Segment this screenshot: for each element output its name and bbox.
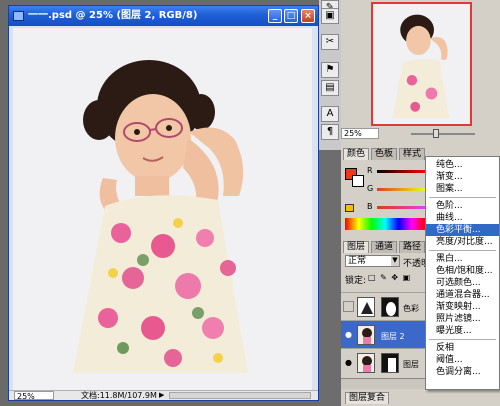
menu-item-pattern[interactable]: 图案... [426, 183, 499, 195]
tools-preset-icon[interactable]: ✂ [321, 34, 339, 50]
tab-paths[interactable]: 路径 [399, 241, 426, 253]
tab-layer-comps[interactable]: 图层复合 [345, 392, 390, 404]
color-spectrum-ramp[interactable] [345, 218, 425, 230]
paragraph-icon[interactable]: ¶ [321, 124, 339, 140]
navigator-panel: 25% [341, 0, 500, 140]
out-of-gamut-warning-icon[interactable] [345, 204, 354, 212]
eye-icon[interactable]: ● [344, 330, 353, 339]
menu-item-color-balance[interactable]: 色彩平衡... [426, 224, 499, 236]
status-menu-arrow-icon[interactable]: ▶ [159, 391, 164, 400]
green-slider[interactable]: G [367, 184, 427, 196]
menu-separator [429, 197, 496, 198]
character-icon[interactable]: A [321, 106, 339, 122]
menu-item-exposure[interactable]: 曝光度... [426, 325, 499, 337]
maximize-button[interactable]: □ [284, 9, 298, 23]
navigator-zoom-slider-knob[interactable] [433, 129, 439, 138]
layer-mask-thumbnail [381, 297, 399, 317]
document-title: 一一.psd @ 25% (图层 2, RGB/8) [28, 10, 198, 21]
tab-layers[interactable]: 图层 [343, 241, 370, 253]
history-icon[interactable]: ▤ [321, 80, 339, 96]
menu-item-gradient-map[interactable]: 渐变映射... [426, 301, 499, 313]
menu-item-hue-saturation[interactable]: 色相/饱和度... [426, 265, 499, 277]
adjustment-layer-menu: 纯色... 渐变... 图案... 色阶... 曲线... 色彩平衡... 亮度… [425, 156, 500, 390]
menu-item-curves[interactable]: 曲线... [426, 212, 499, 224]
layer-row-layer[interactable]: ● 图层 [341, 348, 425, 376]
layer-thumbnail [357, 325, 375, 345]
zoom-field[interactable]: 25% [14, 391, 54, 401]
eye-icon[interactable]: ● [344, 358, 353, 367]
adjustment-layer-icon [357, 297, 375, 317]
document-title-bar[interactable]: 一一.psd @ 25% (图层 2, RGB/8) _ □ × [9, 6, 318, 26]
blue-slider-label: B [367, 202, 373, 211]
close-button[interactable]: × [301, 9, 315, 23]
tab-color[interactable]: 颜色 [343, 148, 370, 160]
document-status-bar: 25% 文档:11.8M/107.9M ▶ [9, 390, 318, 401]
layer-name: 图层 2 [381, 332, 405, 341]
layer-thumbnail [357, 353, 375, 373]
navigator-thumbnail[interactable] [371, 2, 472, 126]
layer-row-color-balance[interactable]: 色彩 [341, 292, 425, 320]
document-window[interactable]: 一一.psd @ 25% (图层 2, RGB/8) _ □ × 25% 文档:… [8, 5, 319, 401]
chevron-down-icon[interactable]: ▼ [391, 256, 399, 266]
menu-item-photo-filter[interactable]: 照片滤镜... [426, 313, 499, 325]
blue-slider[interactable]: B [367, 202, 427, 214]
red-gradient [377, 170, 425, 173]
layer-name: 色彩 [403, 304, 419, 313]
background-color-swatch[interactable] [352, 175, 364, 187]
layer-name: 图层 [403, 360, 419, 369]
tab-swatches[interactable]: 色板 [371, 148, 398, 160]
blue-gradient [377, 206, 425, 209]
lock-options-icons[interactable]: □ ✎ ✥ ▣ [368, 273, 411, 282]
green-gradient [377, 188, 425, 191]
stamp-tool-icon[interactable]: ▣ [321, 8, 339, 24]
layer-mask-thumbnail [381, 353, 399, 373]
horizontal-scrollbar[interactable] [169, 392, 311, 399]
psd-file-icon [13, 11, 24, 21]
layer-row-layer-2[interactable]: ● 图层 2 [341, 320, 425, 348]
minimize-button[interactable]: _ [268, 9, 282, 23]
menu-item-solid-color[interactable]: 纯色... [426, 159, 499, 171]
menu-item-threshold[interactable]: 阈值... [426, 354, 499, 366]
menu-item-brightness-contrast[interactable]: 亮度/对比度... [426, 236, 499, 248]
menu-item-invert[interactable]: 反相 [426, 342, 499, 354]
red-slider-label: R [367, 166, 373, 175]
menu-item-black-white[interactable]: 黑白... [426, 253, 499, 265]
navigator-preview-image [373, 4, 470, 124]
tab-styles[interactable]: 样式 [399, 148, 426, 160]
clone-source-icon[interactable]: ⚑ [321, 62, 339, 78]
menu-item-selective-color[interactable]: 可选颜色... [426, 277, 499, 289]
menu-item-levels[interactable]: 色阶... [426, 200, 499, 212]
menu-separator [429, 339, 496, 340]
navigator-zoom-slider[interactable] [411, 133, 475, 135]
panel-dock-strip: ✎ ▣ ✂ ⚑ ▤ A ¶ [319, 0, 341, 150]
tab-channels[interactable]: 通道 [371, 241, 398, 253]
menu-item-gradient[interactable]: 渐变... [426, 171, 499, 183]
visibility-toggle-off[interactable] [343, 301, 354, 312]
menu-separator [429, 250, 496, 251]
green-slider-label: G [367, 184, 374, 193]
girl-photo [13, 28, 312, 390]
menu-item-channel-mixer[interactable]: 通道混合器... [426, 289, 499, 301]
navigator-zoom-field[interactable]: 25% [341, 128, 379, 139]
red-slider[interactable]: R [367, 166, 427, 178]
menu-item-posterize[interactable]: 色调分离... [426, 366, 499, 378]
lock-label: 锁定: [345, 276, 367, 286]
image-canvas[interactable] [13, 28, 312, 390]
document-size-info: 文档:11.8M/107.9M [81, 391, 157, 400]
